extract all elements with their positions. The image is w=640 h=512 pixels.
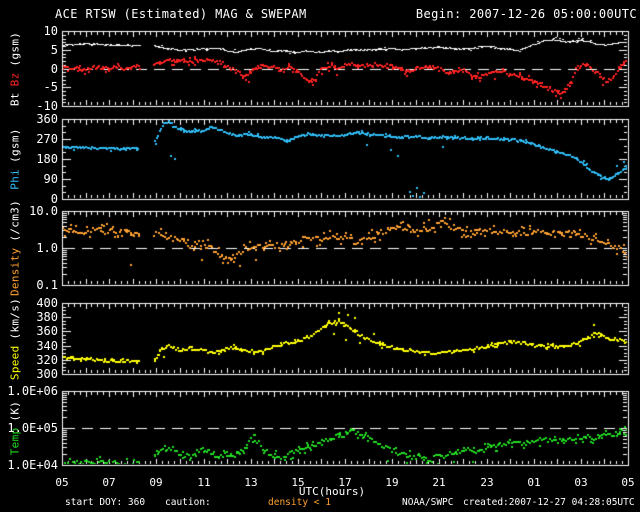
y-tick-label: 380 — [36, 310, 58, 324]
y-tick-label: 1.0 — [36, 241, 58, 255]
y-tick-label: 400 — [36, 296, 58, 310]
y-tick-label: 0 — [50, 62, 58, 76]
x-tick-label: 13 — [244, 476, 258, 489]
x-tick-label: 03 — [574, 476, 588, 489]
x-tick-label: 19 — [385, 476, 399, 489]
footer-agency: NOAA/SWPC — [402, 497, 454, 508]
y-tick-label: 360 — [36, 324, 58, 338]
x-tick-label: 09 — [149, 476, 163, 489]
y-tick-label: 320 — [36, 353, 58, 367]
y-tick-label: -10 — [36, 99, 58, 113]
y-tick-label: 10 — [43, 24, 58, 38]
y-tick-label: 1.0E+04 — [7, 458, 58, 472]
y-tick-label: 1.0E+05 — [7, 421, 58, 435]
y-tick-label: 340 — [36, 339, 58, 353]
plot-canvas — [0, 0, 640, 512]
x-tick-label: 05 — [621, 476, 635, 489]
x-tick-label: 01 — [527, 476, 541, 489]
page-title: ACE RTSW (Estimated) MAG & SWEPAM — [55, 7, 307, 21]
x-tick-label: 07 — [102, 476, 116, 489]
y-tick-label: 5 — [50, 43, 58, 57]
y-tick-label: 270 — [36, 132, 58, 146]
ace-rtsw-plot-page: ACE RTSW (Estimated) MAG & SWEPAM Begin:… — [0, 0, 640, 512]
y-tick-label: 90 — [43, 172, 58, 186]
x-tick-label: 23 — [480, 476, 494, 489]
footer-caution-label: caution: — [165, 497, 211, 508]
x-tick-label: 05 — [55, 476, 69, 489]
begin-timestamp: Begin: 2007-12-26 05:00:00UTC — [415, 7, 637, 21]
footer-created-timestamp: created:2007-12-27 04:28:05UTC — [463, 497, 635, 508]
y-tick-label: -5 — [43, 80, 58, 94]
footer-caution-value: density < 1 — [268, 497, 331, 508]
y-tick-label: 300 — [36, 367, 58, 381]
y-tick-label: 10.0 — [29, 204, 58, 218]
y-tick-label: 1.0E+06 — [7, 384, 58, 398]
y-axis-label-part: (K) — [8, 400, 22, 422]
x-tick-label: 21 — [432, 476, 446, 489]
y-tick-label: 180 — [36, 152, 58, 166]
y-tick-label: 360 — [36, 112, 58, 126]
x-tick-label: 11 — [197, 476, 211, 489]
y-tick-label: 0.1 — [36, 278, 58, 292]
footer-start-doy: start DOY: 360 — [65, 497, 146, 508]
